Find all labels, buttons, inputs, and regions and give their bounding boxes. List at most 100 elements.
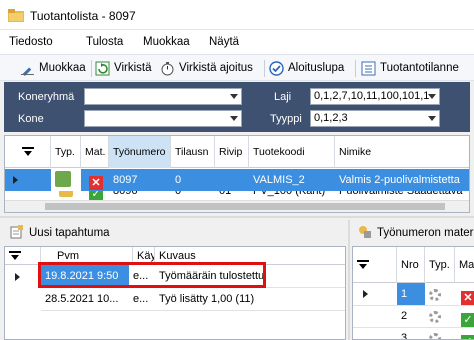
menu-view[interactable]: Näytä xyxy=(209,36,239,48)
machine-group-combo[interactable] xyxy=(84,88,242,105)
col-header-number[interactable]: Nro xyxy=(397,247,425,283)
current-row-indicator xyxy=(363,290,368,298)
chevron-down-icon xyxy=(230,116,238,121)
chevron-down-icon xyxy=(428,116,436,121)
app-icon xyxy=(8,8,24,22)
events-grid[interactable]: Pvm Käy Kuvaus 19.8.2021 9:50 e... Työmä… xyxy=(4,246,346,340)
scrollbar-thumb[interactable] xyxy=(45,203,445,210)
cell-order: 0 xyxy=(175,174,182,186)
refresh-timed-button-label: Virkistä ajoitus xyxy=(179,62,253,74)
current-row-indicator xyxy=(13,176,18,184)
toolbar: Muokkaa Virkistä Virkistä ajoitus Aloitu… xyxy=(0,54,474,81)
cell-type xyxy=(425,305,455,327)
refresh-icon xyxy=(95,61,110,76)
horizontal-scrollbar[interactable] xyxy=(5,200,469,212)
chevron-down-icon xyxy=(230,94,238,99)
grid-header: Typ. Mat. Työnumero Tilausn Rivip Tuotek… xyxy=(5,136,469,168)
cell-type xyxy=(425,327,455,339)
window-titlebar: Tuotantolista - 8097 xyxy=(0,0,474,30)
filter-icon xyxy=(9,251,21,260)
add-event-icon[interactable] xyxy=(10,224,24,242)
start-permit-button[interactable]: Aloituslupa xyxy=(269,58,344,78)
cell-line xyxy=(215,169,249,191)
materials-icon xyxy=(358,225,372,242)
filter-icon xyxy=(21,147,34,156)
chevron-down-icon xyxy=(428,94,436,99)
production-status-button-label: Tuotantotilanne xyxy=(380,62,459,74)
col-header-mat[interactable]: Mat xyxy=(455,247,474,283)
column-chooser[interactable] xyxy=(353,247,397,283)
col-header-mat[interactable]: Mat. xyxy=(81,136,109,168)
cell-description[interactable]: Työ lisätty 1,00 (11) xyxy=(155,288,345,310)
table-row[interactable]: ✕ 8097 0 VALMIS_2 Valmis 2-puolivalmiste… xyxy=(5,169,469,191)
col-header-work-number[interactable]: Työnumero xyxy=(109,136,171,168)
gear-icon xyxy=(429,289,441,301)
material-ok-icon: ✓ xyxy=(461,335,474,339)
vertical-splitter[interactable] xyxy=(348,220,350,340)
materials-grid[interactable]: Nro Typ. Mat 1 ✕ 2 ✓ 3 ✓ xyxy=(352,246,474,340)
toolbar-separator xyxy=(264,60,265,77)
menu-print[interactable]: Tulosta xyxy=(86,36,123,48)
kind-combo[interactable]: 0,1,2,7,10,11,100,101,1 xyxy=(310,88,440,105)
cell-name: Valmis 2-puolivalmistetta xyxy=(339,174,460,186)
edit-button[interactable]: Muokkaa xyxy=(20,58,86,78)
material-missing-icon: ✕ xyxy=(461,291,474,305)
row-divider xyxy=(41,310,345,311)
list-icon xyxy=(361,61,376,76)
cell-number[interactable]: 1 xyxy=(397,283,425,305)
toolbar-separator xyxy=(91,60,92,77)
gear-icon xyxy=(429,333,441,339)
machine-combo[interactable] xyxy=(84,110,242,127)
filter-icon xyxy=(357,260,369,269)
col-header-type[interactable]: Typ. xyxy=(425,247,455,283)
refresh-timed-button[interactable]: Virkistä ajoitus xyxy=(160,58,253,78)
window-title: Tuotantolista - 8097 xyxy=(30,9,136,23)
production-status-button[interactable]: Tuotantotilanne xyxy=(361,58,459,78)
type-combo[interactable]: 0,1,2,3 xyxy=(310,110,440,127)
col-header-product-code[interactable]: Tuotekoodi xyxy=(249,136,335,168)
cell-type xyxy=(425,283,455,305)
column-chooser[interactable] xyxy=(5,136,51,168)
column-chooser[interactable] xyxy=(5,247,41,265)
stopwatch-icon xyxy=(160,61,175,76)
menu-bar: Tiedosto Tulosta Muokkaa Näytä xyxy=(0,30,474,54)
folder-icon xyxy=(59,191,73,197)
materials-panel-title: Työnumeron mater xyxy=(377,227,474,239)
toolbar-separator xyxy=(355,60,356,77)
splitter[interactable] xyxy=(0,216,474,218)
gear-icon xyxy=(429,311,441,323)
row-mat-cell: ✕ xyxy=(85,169,109,191)
refresh-button-label: Virkistä xyxy=(114,62,152,74)
kind-value: 0,1,2,7,10,11,100,101,1 xyxy=(314,90,430,102)
pencil-icon xyxy=(20,61,35,76)
material-missing-icon: ✕ xyxy=(89,176,103,190)
events-panel-title: Uusi tapahtuma xyxy=(29,227,110,239)
menu-file[interactable]: Tiedosto xyxy=(9,36,53,48)
col-header-type[interactable]: Typ. xyxy=(51,136,81,168)
production-list-grid[interactable]: Typ. Mat. Työnumero Tilausn Rivip Tuotek… xyxy=(4,135,470,213)
row-divider xyxy=(353,327,474,328)
events-panel-header: Uusi tapahtuma xyxy=(4,222,346,244)
cell-date[interactable]: 28.5.2021 10... xyxy=(41,288,129,310)
col-header-line[interactable]: Rivip xyxy=(215,136,249,168)
highlight-box xyxy=(38,262,266,288)
filter-panel: Koneryhmä Kone Laji 0,1,2,7,10,11,100,10… xyxy=(4,82,470,132)
refresh-button[interactable]: Virkistä xyxy=(95,58,152,78)
material-ok-icon: ✓ xyxy=(461,313,474,327)
menu-edit[interactable]: Muokkaa xyxy=(143,36,190,48)
machine-group-label: Koneryhmä xyxy=(18,91,75,103)
edit-button-label: Muokkaa xyxy=(39,62,86,74)
current-row-indicator xyxy=(15,273,20,281)
cell-work-number: 8097 xyxy=(113,174,138,186)
materials-panel-header: Työnumeron mater xyxy=(352,222,474,244)
col-header-name[interactable]: Nimike xyxy=(335,136,469,168)
start-permit-button-label: Aloituslupa xyxy=(288,62,345,74)
cell-user[interactable]: e... xyxy=(129,288,155,310)
type-label: Tyyppi xyxy=(270,113,302,125)
row-divider xyxy=(353,305,474,306)
cell-number[interactable]: 3 xyxy=(397,327,425,339)
row-type-cell xyxy=(51,169,81,191)
cell-mat: ✕ xyxy=(457,283,474,305)
col-header-order[interactable]: Tilausn xyxy=(171,136,215,168)
cell-number[interactable]: 2 xyxy=(397,305,425,327)
